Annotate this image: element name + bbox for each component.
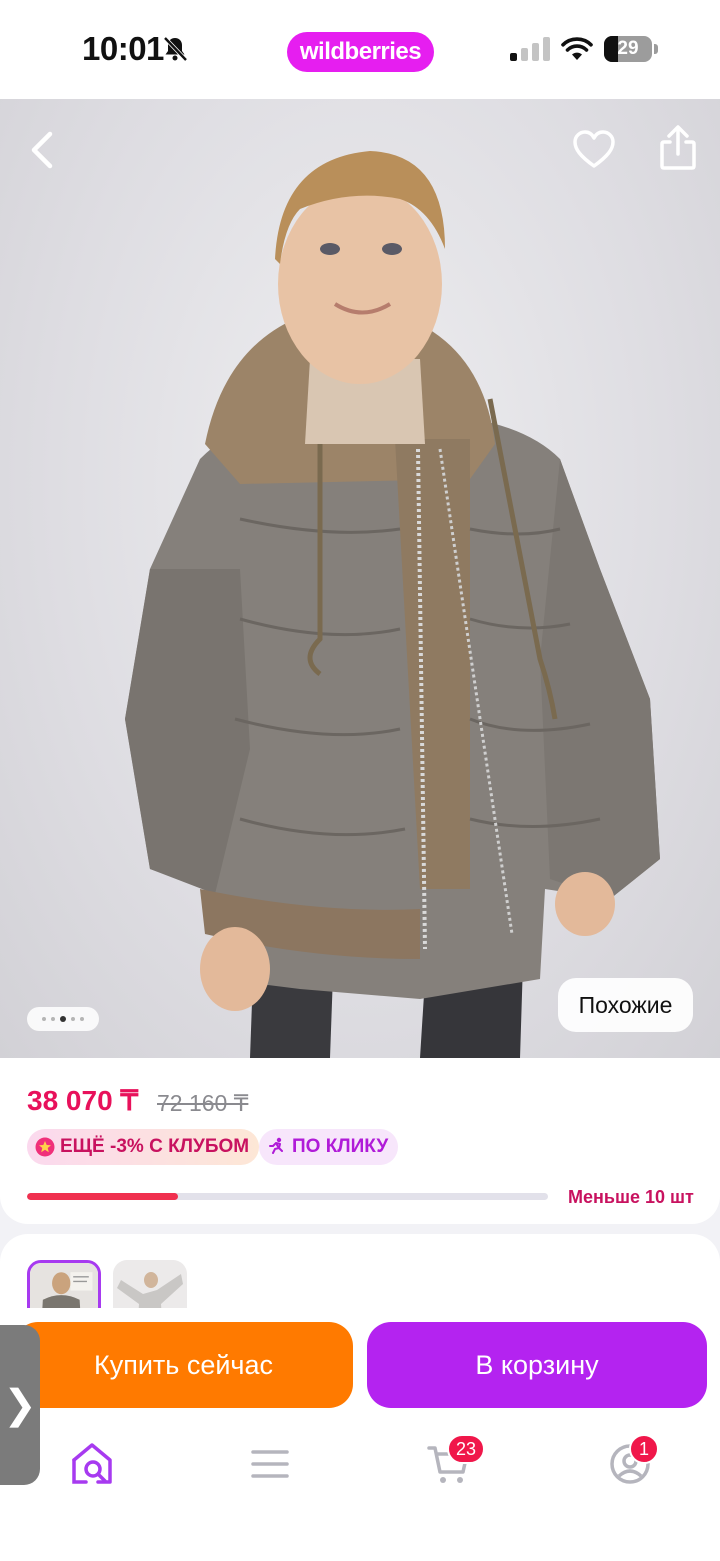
- home-search-icon[interactable]: [68, 1440, 116, 1488]
- similar-button[interactable]: Похожие: [558, 978, 693, 1032]
- battery-percent: 29: [617, 38, 639, 59]
- heart-icon[interactable]: [572, 128, 616, 172]
- club-discount-badge[interactable]: ЕЩЁ -3% С КЛУБОМ: [27, 1129, 260, 1165]
- stock-progress-fill: [27, 1193, 179, 1200]
- old-price: 72 160 ₸: [157, 1090, 249, 1116]
- star-icon: [35, 1137, 55, 1157]
- one-click-badge[interactable]: ПО КЛИКУ: [259, 1129, 399, 1165]
- wifi-icon: [561, 37, 593, 60]
- carousel-dot: [80, 1017, 84, 1021]
- buy-now-button[interactable]: Купить сейчас: [14, 1322, 353, 1408]
- battery-body: 29: [604, 36, 652, 62]
- battery-icon: 29: [604, 36, 658, 62]
- chevron-left-icon[interactable]: [22, 128, 66, 172]
- profile-notification-badge: 1: [629, 1434, 659, 1464]
- stock-progress-bar: [27, 1193, 548, 1200]
- club-badge-label: ЕЩЁ -3% С КЛУБОМ: [60, 1136, 250, 1157]
- share-icon[interactable]: [656, 124, 700, 172]
- stock-label: Меньше 10 шт: [568, 1187, 694, 1207]
- product-image-carousel[interactable]: Похожие: [0, 99, 720, 1058]
- running-icon: [269, 1137, 283, 1154]
- carousel-dot: [51, 1017, 55, 1021]
- cart-count-badge: 23: [447, 1434, 486, 1464]
- click-badge-label: ПО КЛИКУ: [292, 1136, 389, 1157]
- menu-icon[interactable]: [246, 1440, 294, 1488]
- product-page: 10:01 wildberries 29 Похожие 38 070 ₸ 72…: [0, 0, 720, 1561]
- brand-logo: wildberries: [287, 32, 434, 72]
- battery-tip: [654, 44, 658, 54]
- carousel-pagination[interactable]: [27, 1007, 99, 1031]
- add-to-cart-button[interactable]: В корзину: [367, 1322, 707, 1408]
- current-price: 38 070 ₸: [27, 1085, 139, 1116]
- status-bar: 10:01 wildberries 29: [0, 0, 720, 99]
- side-drawer-tab[interactable]: ❯: [0, 1325, 40, 1485]
- carousel-dot: [71, 1017, 75, 1021]
- mute-icon: [163, 36, 188, 62]
- carousel-dot-active: [60, 1016, 66, 1022]
- product-photo: [125, 151, 660, 1058]
- signal-icon: [510, 37, 550, 61]
- status-time: 10:01: [82, 30, 164, 67]
- carousel-dot: [42, 1017, 46, 1021]
